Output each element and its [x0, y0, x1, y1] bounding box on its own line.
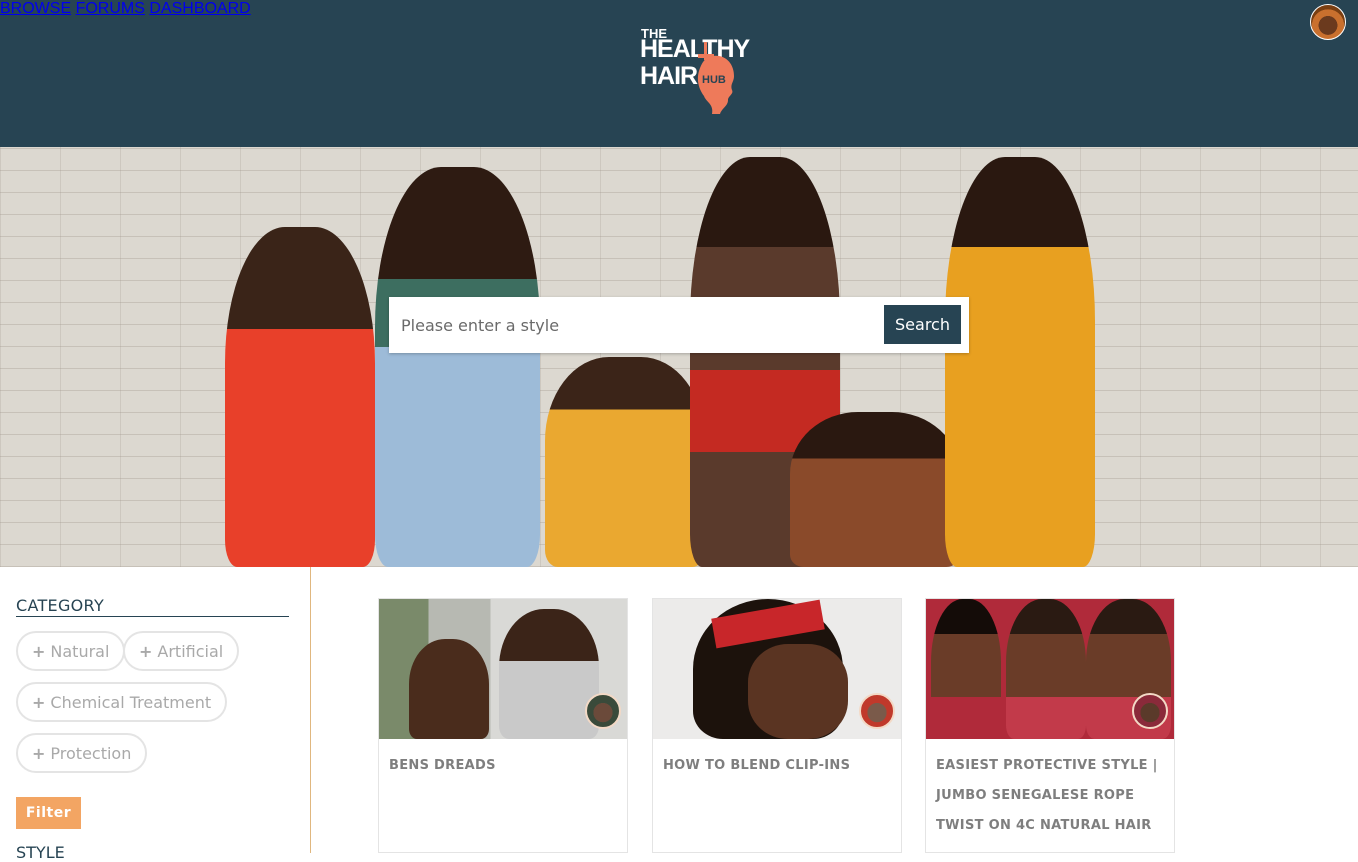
- chip-artificial[interactable]: + Artificial: [123, 631, 240, 671]
- site-header: THE HEALTHY HAIR HUB BROWSE FORUMS DASHB…: [0, 0, 1358, 147]
- plus-icon: +: [32, 692, 46, 712]
- user-avatar-icon[interactable]: [1310, 4, 1346, 40]
- chip-protection[interactable]: + Protection: [16, 733, 148, 773]
- card-title[interactable]: EASIEST PROTECTIVE STYLE | JUMBO SENEGAL…: [936, 751, 1168, 841]
- style-card[interactable]: HOW TO BLEND CLIP-INS: [652, 598, 902, 853]
- chip-natural[interactable]: + Natural: [16, 631, 126, 671]
- style-card[interactable]: EASIEST PROTECTIVE STYLE | JUMBO SENEGAL…: [925, 598, 1175, 853]
- logo-text-hub: HUB: [702, 74, 726, 86]
- nav-forums[interactable]: FORUMS: [76, 0, 145, 17]
- site-logo[interactable]: THE HEALTHY HAIR HUB: [640, 24, 752, 120]
- chip-label: Chemical Treatment: [50, 692, 212, 712]
- chip-label: Artificial: [157, 641, 224, 661]
- plus-icon: +: [139, 641, 153, 661]
- chip-label: Protection: [50, 743, 132, 763]
- author-avatar-icon[interactable]: [859, 693, 895, 729]
- chip-chemical-treatment[interactable]: + Chemical Treatment: [16, 682, 228, 722]
- filter-sidebar: CATEGORY + Natural + Artificial + Chemic…: [0, 567, 311, 862]
- category-heading: CATEGORY: [16, 596, 289, 617]
- style-card[interactable]: BENS DREADS: [378, 598, 628, 853]
- search-button[interactable]: Search: [884, 305, 961, 344]
- nav-browse[interactable]: BROWSE: [0, 0, 71, 17]
- plus-icon: +: [32, 641, 46, 661]
- filter-button[interactable]: Filter: [16, 797, 81, 829]
- search-input[interactable]: [389, 297, 879, 353]
- chip-label: Natural: [50, 641, 110, 661]
- nav-dashboard[interactable]: DASHBOARD: [149, 0, 250, 17]
- plus-icon: +: [32, 743, 46, 763]
- author-avatar-icon[interactable]: [1132, 693, 1168, 729]
- hero-photo: [0, 147, 1358, 567]
- logo-text-hair: HAIR: [640, 62, 698, 90]
- author-avatar-icon[interactable]: [585, 693, 621, 729]
- card-title[interactable]: HOW TO BLEND CLIP-INS: [663, 751, 895, 781]
- hero-banner: Search: [0, 147, 1358, 567]
- search-bar: Search: [389, 297, 969, 353]
- card-title[interactable]: BENS DREADS: [389, 751, 621, 781]
